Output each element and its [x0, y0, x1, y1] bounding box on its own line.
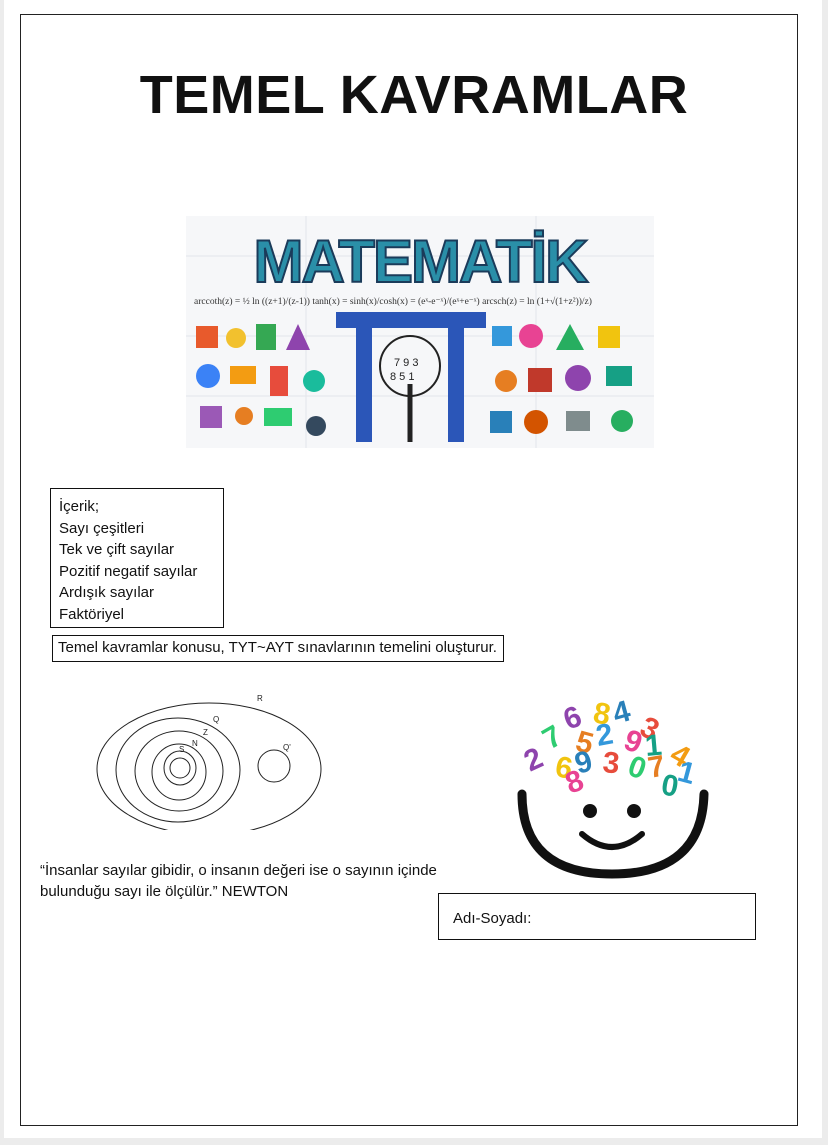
svg-text:7 9 3: 7 9 3: [394, 357, 418, 369]
smile-icon: [579, 831, 645, 850]
contents-item: Ardışık sayılar: [59, 584, 155, 601]
page-title: TEMEL KAVRAMLAR: [139, 65, 689, 125]
name-field-box: Adı-Soyadı:: [438, 893, 756, 940]
math-banner-image: MATEMATİK arccoth(z) = ½ ln ((z+1)/(z-1)…: [186, 216, 654, 448]
contents-box: İçerik; Sayı çeşitleri Tek ve çift sayıl…: [50, 488, 224, 628]
label-q-prime: Q': [283, 743, 291, 752]
set-s-ellipse-inner: [169, 757, 191, 779]
svg-text:8 5 1: 8 5 1: [390, 371, 414, 383]
contents-heading: İçerik;: [59, 498, 100, 515]
contents-item: Pozitif negatif sayılar: [59, 562, 198, 580]
label-n: N: [192, 739, 198, 748]
head-digit: 3: [601, 746, 621, 780]
name-label: Adı-Soyadı:: [453, 910, 532, 927]
set-s-ellipse-outer: [163, 750, 197, 786]
head-digit: 2: [519, 741, 548, 778]
label-r: R: [257, 694, 263, 703]
contents-item: Sayı çeşitleri: [59, 519, 145, 537]
numbers-head-illustration: 6 84 37 52 91 42 69 3 07 18 0: [517, 698, 709, 879]
set-r-ellipse: [96, 702, 322, 830]
contents-item: Faktöriyel: [59, 605, 125, 623]
right-eye-icon: [627, 804, 641, 818]
banner-formula: arccoth(z) = ½ ln ((z+1)/(z-1)) tanh(x) …: [194, 296, 592, 307]
contents-item: Tek ve çift sayılar: [59, 541, 175, 558]
head-outline: [517, 789, 709, 879]
left-eye-icon: [583, 804, 597, 818]
intro-note: Temel kavramlar konusu, TYT~AYT sınavlar…: [52, 635, 504, 662]
label-s: S: [179, 745, 184, 754]
banner-word: MATEMATİK: [253, 228, 588, 295]
set-q-prime-ellipse: [257, 749, 291, 783]
newton-quote: “İnsanlar sayılar gibidir, o insanın değ…: [40, 862, 437, 900]
set-z-ellipse: [134, 730, 224, 812]
label-q: Q: [213, 715, 219, 724]
number-sets-diagram: R Q Z N S Q': [96, 694, 322, 830]
label-z: Z: [203, 728, 208, 737]
